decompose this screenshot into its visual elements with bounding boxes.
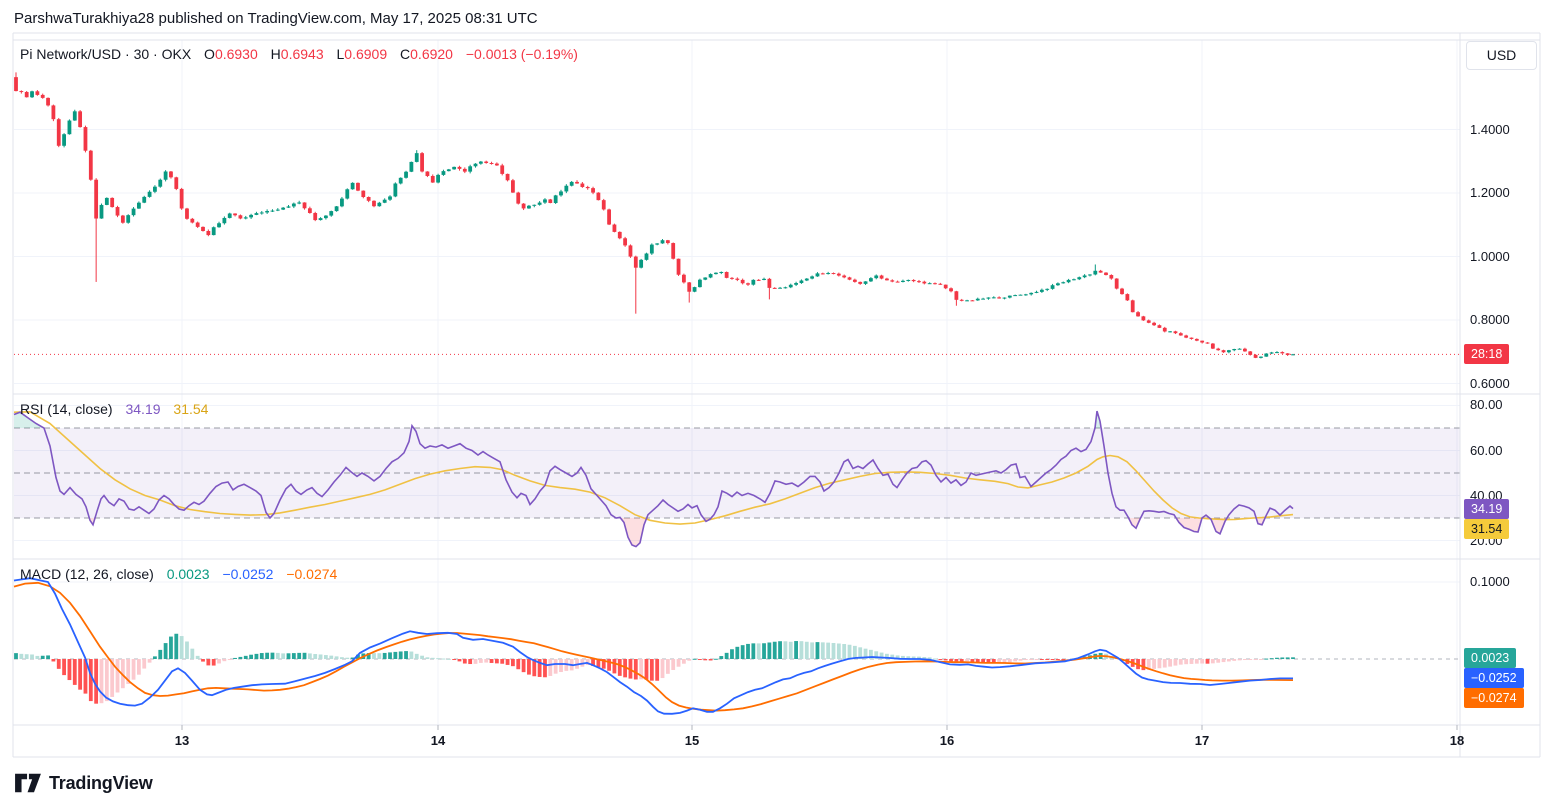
time-tick-label: 17 [1195, 733, 1209, 748]
macd-line-badge: −0.0252 [1464, 668, 1524, 688]
macd-signal-badge: −0.0274 [1464, 688, 1524, 708]
price-tick-label: 1.0000 [1470, 249, 1510, 264]
close-label: C [400, 46, 410, 62]
open-value: 0.6930 [215, 46, 258, 62]
high-label: H [271, 46, 281, 62]
price-legend[interactable]: Pi Network/USD · 30 · OKX O0.6930 H0.694… [20, 46, 578, 62]
price-tick-label: 1.2000 [1470, 185, 1510, 200]
high-value: 0.6943 [281, 46, 324, 62]
rsi-tick-label: 60.00 [1470, 443, 1503, 458]
open-label: O [204, 46, 215, 62]
macd-title[interactable]: MACD (12, 26, close) [20, 566, 154, 582]
price-tick-label: 0.8000 [1470, 312, 1510, 327]
rsi-tick-label: 80.00 [1470, 397, 1503, 412]
time-tick-label: 14 [431, 733, 445, 748]
currency-toggle-button[interactable]: USD [1466, 41, 1537, 70]
brand-name[interactable]: TradingView [49, 773, 153, 794]
low-value: 0.6909 [344, 46, 387, 62]
change-value: −0.0013 (−0.19%) [466, 46, 578, 62]
price-tick-label: 0.6000 [1470, 376, 1510, 391]
time-tick-label: 13 [175, 733, 189, 748]
macd-tick-label: 0.1000 [1470, 574, 1510, 589]
time-tick-label: 16 [940, 733, 954, 748]
symbol-title[interactable]: Pi Network/USD · 30 · OKX [20, 46, 191, 62]
time-tick-label: 18 [1450, 733, 1464, 748]
tradingview-footer: TradingView [14, 771, 153, 795]
macd-value: −0.0252 [222, 566, 273, 582]
macd-signal-value: −0.0274 [286, 566, 337, 582]
macd-hist-badge: 0.0023 [1464, 648, 1516, 668]
rsi-legend[interactable]: RSI (14, close) 34.19 31.54 [20, 401, 208, 417]
tradingview-published-chart: ParshwaTurakhiya28 published on TradingV… [0, 0, 1553, 809]
rsi-value: 34.19 [125, 401, 160, 417]
rsi-ma-value-badge: 31.54 [1464, 519, 1509, 539]
macd-legend[interactable]: MACD (12, 26, close) 0.0023 −0.0252 −0.0… [20, 566, 337, 582]
countdown-badge: 28:18 [1464, 344, 1509, 364]
time-tick-label: 15 [685, 733, 699, 748]
close-value: 0.6920 [410, 46, 453, 62]
tradingview-logo-icon [14, 771, 42, 795]
rsi-value-badge: 34.19 [1464, 499, 1509, 519]
chart-canvas[interactable] [0, 0, 1553, 809]
price-tick-label: 1.4000 [1470, 122, 1510, 137]
rsi-title[interactable]: RSI (14, close) [20, 401, 113, 417]
rsi-ma-value: 31.54 [173, 401, 208, 417]
macd-hist-value: 0.0023 [167, 566, 210, 582]
